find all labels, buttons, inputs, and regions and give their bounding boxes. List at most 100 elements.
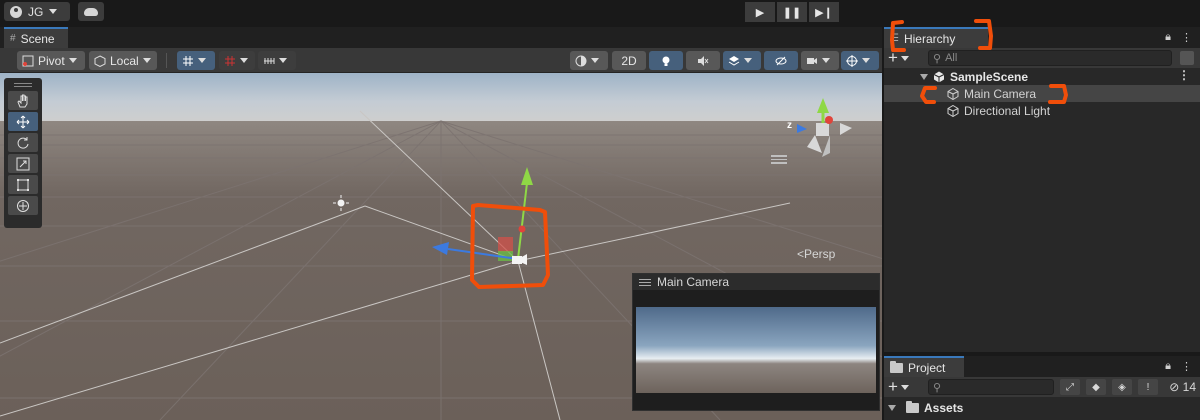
hierarchy-search-input[interactable]: ⚲ All (928, 50, 1172, 66)
gameobject-icon (947, 104, 959, 117)
increment-snap-dropdown[interactable] (219, 51, 255, 70)
pause-button[interactable]: ❚❚ (777, 2, 807, 22)
hierarchy-toolbar: + ⚲ All (884, 48, 1200, 68)
chevron-down-icon (591, 58, 599, 63)
tool-palette (4, 78, 42, 228)
project-tab-controls: 🔒︎ ⋮ (1165, 360, 1192, 373)
kebab-menu-icon[interactable]: ⋮ (1181, 31, 1192, 44)
create-button[interactable]: + (888, 48, 909, 68)
cloud-button[interactable] (78, 2, 104, 21)
project-search-input[interactable]: ⚲ (928, 379, 1054, 395)
search-options-icon[interactable] (1180, 51, 1194, 65)
hand-tool[interactable] (8, 91, 38, 110)
project-filter-buttons: ⤢ ◆ ◈ ! (1060, 379, 1158, 395)
assets-folder-label: Assets (924, 401, 964, 415)
gameobject-icon (947, 87, 959, 100)
pivot-label: Pivot (38, 53, 65, 68)
filter-label-icon[interactable]: ◈ (1112, 379, 1132, 395)
search-icon: ⚲ (933, 52, 942, 65)
hierarchy-tab-bar: ☰ Hierarchy 🔒︎ ⋮ (884, 27, 1200, 48)
pivot-icon (22, 55, 34, 66)
rect-icon (17, 178, 29, 191)
pivot-dropdown[interactable]: Pivot (17, 51, 85, 70)
hierarchy-item-label: Main Camera (964, 86, 1037, 101)
account-dropdown[interactable]: JG (4, 2, 70, 21)
scale-tool[interactable] (8, 154, 38, 173)
play-button[interactable]: ▶ (745, 2, 775, 22)
expand-triangle-icon[interactable] (888, 405, 896, 411)
hierarchy-item[interactable]: Main Camera (884, 85, 1200, 102)
tab-project[interactable]: Project (884, 356, 964, 377)
step-icon: ▶❙ (815, 6, 833, 19)
create-button[interactable]: + (888, 377, 909, 397)
hierarchy-item-label: Directional Light (964, 103, 1051, 118)
tab-hierarchy-label: Hierarchy (903, 31, 956, 46)
ruler-icon (264, 57, 275, 64)
filter-type-icon[interactable]: ◆ (1086, 379, 1106, 395)
scene-visibility-toggle[interactable] (764, 51, 798, 70)
overlay-menu-icon[interactable] (771, 155, 787, 164)
rotate-icon (17, 136, 29, 149)
chevron-down-icon (900, 55, 909, 61)
list-icon: ☰ (890, 33, 899, 44)
rect-tool[interactable] (8, 175, 38, 194)
ruler-dropdown[interactable] (258, 51, 296, 70)
main-toolbar: JG ▶ ❚❚ ▶❙ (0, 0, 1200, 24)
grid-icon: # (10, 33, 16, 44)
local-dropdown[interactable]: Local (89, 51, 157, 70)
draw-mode-dropdown[interactable] (570, 51, 608, 70)
chevron-down-icon (822, 58, 830, 63)
kebab-menu-icon[interactable]: ⋮ (1178, 68, 1190, 82)
hierarchy-tab-controls: 🔒︎ ⋮ (1165, 31, 1192, 44)
audio-toggle[interactable] (686, 51, 720, 70)
2d-toggle[interactable]: 2D (612, 51, 646, 70)
gizmos-dropdown[interactable] (841, 51, 879, 70)
camera-preview-image (636, 307, 876, 393)
step-button[interactable]: ▶❙ (809, 2, 839, 22)
warning-icon[interactable]: ! (1138, 379, 1158, 395)
lightbulb-icon (662, 56, 670, 66)
camera-preview-header[interactable]: Main Camera (633, 274, 879, 290)
move-tool[interactable] (8, 112, 38, 131)
playmode-controls: ▶ ❚❚ ▶❙ (745, 2, 839, 22)
project-panel: Project 🔒︎ ⋮ + ⚲ ⤢ ◆ ◈ ! ⊘ 14 Assets (884, 356, 1200, 420)
chevron-down-icon (900, 384, 909, 390)
scene-row[interactable]: SampleScene ⋮ (884, 68, 1200, 85)
lock-icon[interactable]: 🔒︎ (1165, 360, 1171, 373)
chevron-down-icon (279, 58, 287, 63)
hidden-count: 14 (1182, 380, 1196, 394)
chevron-down-icon (198, 58, 206, 63)
2d-label: 2D (621, 53, 637, 68)
chevron-down-icon (862, 58, 870, 63)
gizmo-icon (846, 54, 858, 67)
camera-preview: Main Camera (632, 273, 880, 411)
pause-icon: ❚❚ (782, 6, 802, 19)
tab-hierarchy[interactable]: ☰ Hierarchy (884, 27, 988, 48)
assets-folder-row[interactable]: Assets (884, 399, 1200, 417)
hierarchy-item[interactable]: Directional Light (884, 102, 1200, 119)
hidden-packages-toggle[interactable]: ⊘ 14 (1169, 380, 1196, 394)
expand-triangle-icon[interactable] (920, 73, 928, 80)
effects-dropdown[interactable] (723, 51, 761, 70)
camera-dropdown[interactable] (801, 51, 839, 70)
rotate-tool[interactable] (8, 133, 38, 152)
play-icon: ▶ (755, 6, 765, 19)
cloud-icon (84, 7, 98, 16)
layers-icon (728, 55, 740, 66)
chevron-down-icon (744, 58, 752, 63)
local-icon (94, 54, 106, 67)
chevron-down-icon (240, 58, 248, 63)
visibility-icon (775, 56, 787, 65)
projection-toggle[interactable]: <Persp (797, 247, 835, 261)
search-scope-icon[interactable]: ⤢ (1060, 379, 1080, 395)
grid-snap-toggle[interactable] (177, 51, 215, 70)
move-icon (16, 115, 30, 128)
lighting-toggle[interactable] (649, 51, 683, 70)
transform-tool[interactable] (8, 196, 38, 215)
tab-scene[interactable]: # Scene (4, 27, 68, 48)
kebab-menu-icon[interactable]: ⋮ (1181, 360, 1192, 373)
folder-icon (906, 401, 919, 413)
palette-drag-handle[interactable] (8, 81, 38, 89)
tab-scene-label: Scene (20, 31, 55, 46)
lock-icon[interactable]: 🔒︎ (1165, 31, 1171, 44)
